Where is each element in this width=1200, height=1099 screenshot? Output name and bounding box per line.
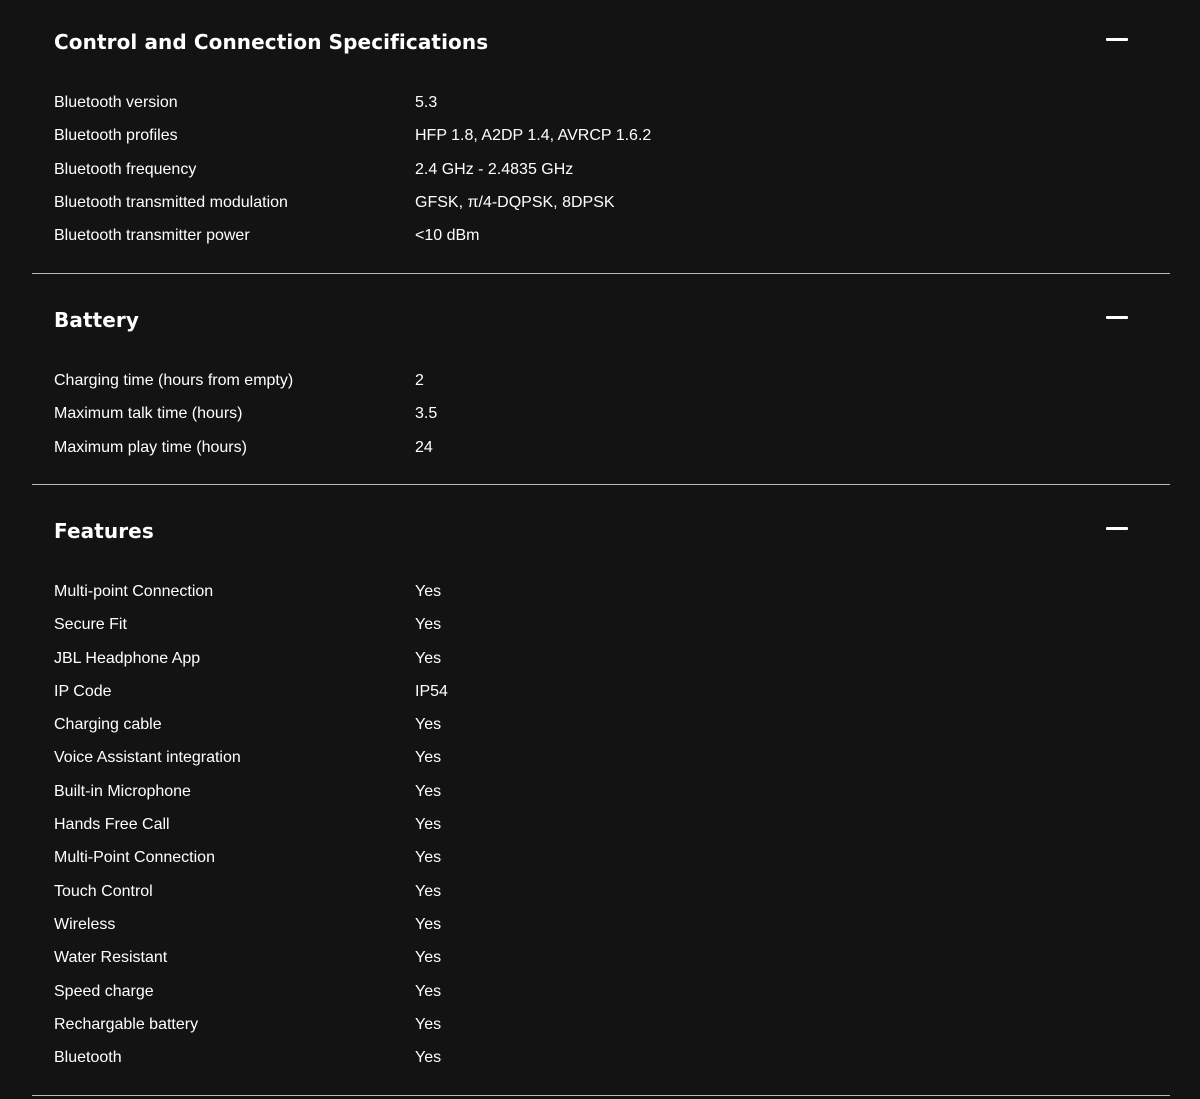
spec-label: Touch Control <box>54 882 153 900</box>
spec-row: Bluetooth profiles HFP 1.8, A2DP 1.4, AV… <box>54 125 1154 158</box>
spec-row: Voice Assistant integration Yes <box>54 747 1154 780</box>
spec-row: Bluetooth transmitter power <10 dBm <box>54 225 1154 258</box>
spec-row: Charging cable Yes <box>54 714 1154 747</box>
spec-label: Bluetooth transmitter power <box>54 227 250 245</box>
section-header-control-connection[interactable]: Control and Connection Specifications <box>32 27 1170 67</box>
section-divider <box>32 1095 1170 1096</box>
spec-label: Maximum talk time (hours) <box>54 405 243 423</box>
spec-row: Touch Control Yes <box>54 881 1154 914</box>
spec-value: HFP 1.8, A2DP 1.4, AVRCP 1.6.2 <box>415 127 652 145</box>
spec-label: JBL Headphone App <box>54 649 201 667</box>
minus-icon[interactable] <box>1106 316 1128 319</box>
spec-row: Charging time (hours from empty) 2 <box>54 370 1154 403</box>
spec-value: 5.3 <box>415 94 438 111</box>
spec-label: Multi-Point Connection <box>54 849 215 867</box>
spec-row: Multi-Point Connection Yes <box>54 847 1154 880</box>
spec-value: Yes <box>415 749 442 767</box>
spec-row: Multi-point Connection Yes <box>54 581 1154 614</box>
spec-row: Bluetooth Yes <box>54 1047 1154 1080</box>
spec-label: Bluetooth profiles <box>54 127 178 145</box>
spec-row: Rechargable battery Yes <box>54 1014 1154 1047</box>
spec-value: Yes <box>415 782 442 800</box>
spec-label: Multi-point Connection <box>54 583 214 600</box>
spec-value: 24 <box>415 438 433 456</box>
section-divider <box>32 273 1170 274</box>
section-header-battery[interactable]: Battery <box>32 305 1170 345</box>
spec-label: Charging time (hours from empty) <box>54 372 294 389</box>
spec-label: Built-in Microphone <box>54 782 191 800</box>
spec-value: Yes <box>415 816 442 834</box>
spec-label: Speed charge <box>54 982 154 1000</box>
spec-value: Yes <box>415 982 442 1000</box>
spec-label: Bluetooth version <box>54 94 178 111</box>
spec-value: Yes <box>415 915 442 933</box>
spec-row: Bluetooth version 5.3 <box>54 92 1154 125</box>
section-header-features[interactable]: Features <box>32 516 1170 556</box>
spec-value: <10 dBm <box>415 227 480 245</box>
spec-value: 3.5 <box>415 405 438 423</box>
spec-label: Voice Assistant integration <box>54 749 241 767</box>
section-title: Control and Connection Specifications <box>54 30 489 54</box>
spec-row: Water Resistant Yes <box>54 947 1154 980</box>
minus-icon[interactable] <box>1106 38 1128 41</box>
spec-label: Charging cable <box>54 716 162 734</box>
spec-value: Yes <box>415 616 442 634</box>
section-title: Features <box>54 519 154 543</box>
spec-value: Yes <box>415 1015 442 1033</box>
spec-list: Charging time (hours from empty) 2 Maxim… <box>54 370 1154 470</box>
spec-label: Bluetooth frequency <box>54 160 197 178</box>
spec-label: Secure Fit <box>54 616 127 634</box>
spec-row: Bluetooth transmitted modulation GFSK, π… <box>54 192 1154 225</box>
spec-row: JBL Headphone App Yes <box>54 648 1154 681</box>
spec-label: IP Code <box>54 682 112 700</box>
spec-label: Maximum play time (hours) <box>54 438 247 456</box>
spec-label: Hands Free Call <box>54 816 170 834</box>
section-divider <box>32 484 1170 485</box>
spec-value: Yes <box>415 649 442 667</box>
spec-value: Yes <box>415 583 442 600</box>
spec-label: Rechargable battery <box>54 1015 199 1033</box>
spec-row: IP Code IP54 <box>54 681 1154 714</box>
spec-value: GFSK, π/4-DQPSK, 8DPSK <box>415 193 615 211</box>
spec-list: Multi-point Connection Yes Secure Fit Ye… <box>54 581 1154 1080</box>
spec-value: Yes <box>415 849 442 867</box>
spec-row: Wireless Yes <box>54 914 1154 947</box>
spec-value: 2 <box>415 372 424 389</box>
spec-value: Yes <box>415 716 442 734</box>
spec-row: Secure Fit Yes <box>54 614 1154 647</box>
spec-label: Bluetooth <box>54 1049 122 1067</box>
spec-value: Yes <box>415 949 442 967</box>
spec-row: Maximum talk time (hours) 3.5 <box>54 403 1154 436</box>
spec-value: IP54 <box>415 682 448 700</box>
spec-value: Yes <box>415 1049 442 1067</box>
spec-row: Bluetooth frequency 2.4 GHz - 2.4835 GHz <box>54 159 1154 192</box>
spec-row: Speed charge Yes <box>54 981 1154 1014</box>
spec-row: Maximum play time (hours) 24 <box>54 437 1154 470</box>
spec-label: Water Resistant <box>54 949 168 967</box>
spec-list: Bluetooth version 5.3 Bluetooth profiles… <box>54 92 1154 258</box>
spec-row: Built-in Microphone Yes <box>54 781 1154 814</box>
minus-icon[interactable] <box>1106 527 1128 530</box>
spec-label: Bluetooth transmitted modulation <box>54 193 288 211</box>
section-title: Battery <box>54 308 140 332</box>
spec-label: Wireless <box>54 915 116 933</box>
spec-value: 2.4 GHz - 2.4835 GHz <box>415 160 574 178</box>
spec-value: Yes <box>415 882 442 900</box>
spec-row: Hands Free Call Yes <box>54 814 1154 847</box>
